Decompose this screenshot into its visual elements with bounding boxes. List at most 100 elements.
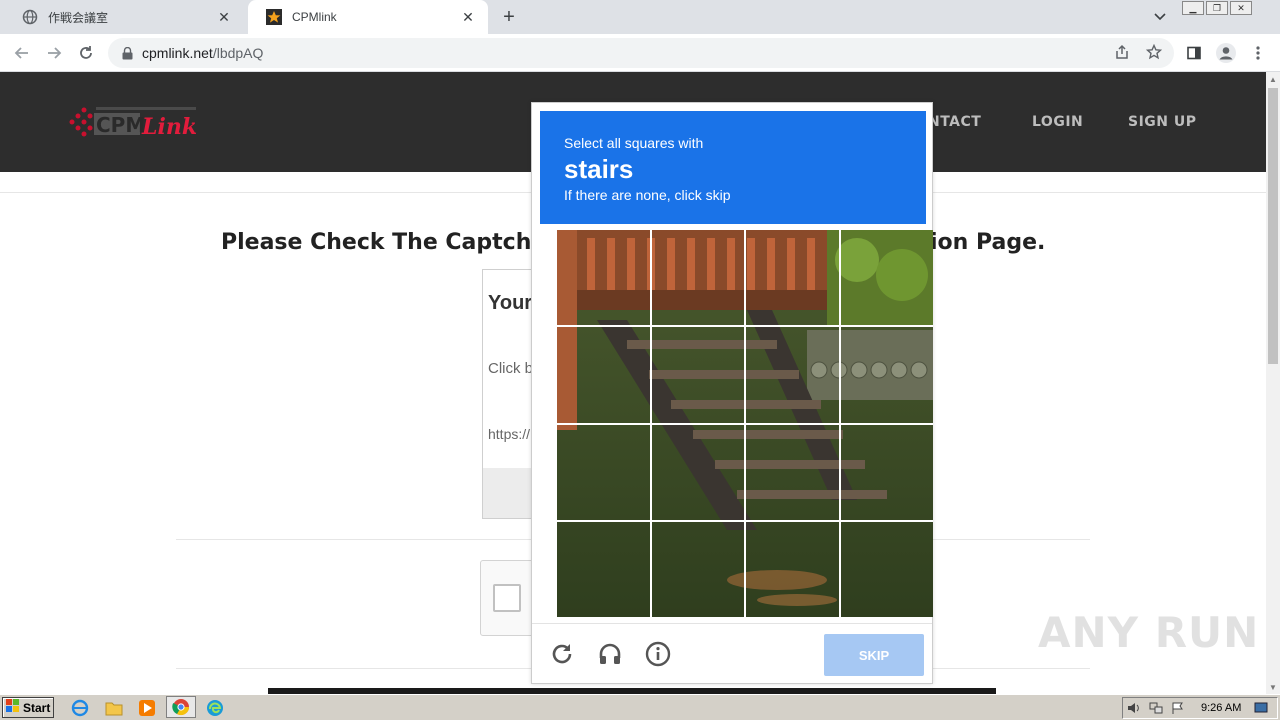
speaker-icon[interactable] — [1126, 701, 1142, 715]
prompt-keyword: stairs — [564, 154, 634, 184]
box-title: Your — [488, 292, 533, 314]
kebab-menu-icon[interactable] — [1246, 41, 1270, 65]
scroll-up-icon[interactable]: ▲ — [1266, 72, 1280, 86]
captcha-checkbox[interactable] — [493, 584, 521, 612]
box-click-text: Click b — [488, 360, 534, 377]
media-player-icon[interactable] — [137, 698, 157, 718]
image-tile[interactable] — [840, 327, 933, 423]
scroll-down-icon[interactable]: ▼ — [1266, 680, 1280, 694]
tile-image — [557, 521, 650, 617]
cpmlink-logo[interactable]: CPM Link — [66, 104, 206, 140]
image-tile[interactable] — [557, 521, 650, 617]
tile-image — [557, 327, 650, 423]
info-icon[interactable] — [644, 640, 672, 668]
image-tile[interactable] — [651, 327, 744, 423]
tile-image — [746, 424, 839, 520]
image-tile[interactable] — [557, 424, 650, 520]
tile-image — [651, 521, 744, 617]
headline-right: ion Page. — [930, 230, 1046, 255]
address-bar[interactable]: cpmlink.net/lbdpAQ — [108, 38, 1174, 68]
new-tab-button[interactable]: + — [497, 5, 521, 29]
folder-icon[interactable] — [104, 698, 124, 718]
tab-sakusen[interactable]: 作戦会議室 ✕ — [4, 0, 244, 34]
image-tile[interactable] — [746, 424, 839, 520]
page-scrollbar[interactable]: ▲ ▼ — [1266, 72, 1280, 694]
forward-arrow-icon[interactable] — [42, 41, 66, 65]
restore-icon[interactable]: ❐ — [1206, 1, 1228, 15]
tab-cpmlink[interactable]: CPMlink ✕ — [248, 0, 488, 34]
tab-title: 作戦会議室 — [48, 10, 109, 25]
scroll-thumb[interactable] — [1268, 88, 1278, 364]
profile-avatar-icon[interactable] — [1214, 41, 1238, 65]
image-tile-grid — [557, 230, 933, 617]
tab-search-chevron-icon[interactable] — [1150, 7, 1170, 27]
minimize-icon[interactable]: ▁ — [1182, 1, 1204, 15]
prompt-hint: If there are none, click skip — [564, 187, 731, 203]
tile-image — [651, 230, 744, 326]
ie-icon[interactable] — [70, 698, 90, 718]
tile-image — [746, 521, 839, 617]
clock: 9:26 AM — [1201, 702, 1242, 714]
tab-strip: 作戦会議室 ✕ CPMlink ✕ + ▁ ❐ ✕ — [0, 0, 1280, 34]
image-tile[interactable] — [651, 230, 744, 326]
start-label: Start — [23, 700, 51, 715]
share-icon[interactable] — [1112, 42, 1132, 62]
image-tile[interactable] — [840, 424, 933, 520]
svg-text:Link: Link — [141, 114, 197, 140]
tile-image — [840, 424, 933, 520]
url-host: cpmlink.net — [142, 45, 213, 61]
side-panel-icon[interactable] — [1182, 41, 1206, 65]
cpmlink-favicon-icon — [266, 9, 282, 25]
box-url-text[interactable]: https:// — [488, 426, 530, 442]
tile-image — [651, 327, 744, 423]
taskbar: Start 9:26 AM — [0, 694, 1280, 720]
image-tile[interactable] — [557, 230, 650, 326]
back-arrow-icon[interactable] — [10, 41, 34, 65]
tab-title: CPMlink — [292, 10, 337, 24]
url-path: /lbdpAQ — [212, 45, 264, 61]
bookmark-star-icon[interactable] — [1144, 42, 1164, 62]
image-tile[interactable] — [746, 230, 839, 326]
tile-image — [746, 230, 839, 326]
image-tile[interactable] — [840, 521, 933, 617]
tile-image — [840, 521, 933, 617]
image-tile[interactable] — [746, 521, 839, 617]
start-button[interactable]: Start — [2, 697, 54, 718]
image-tile[interactable] — [651, 521, 744, 617]
close-icon[interactable]: ✕ — [460, 9, 476, 25]
tile-image — [651, 424, 744, 520]
network-icon[interactable] — [1148, 701, 1164, 715]
lock-icon[interactable] — [120, 46, 134, 60]
show-desktop-icon[interactable] — [1253, 701, 1269, 715]
challenge-prompt: Select all squares with stairs If there … — [540, 111, 926, 224]
image-tile[interactable] — [840, 230, 933, 326]
close-window-icon[interactable]: ✕ — [1230, 1, 1252, 15]
headphones-icon[interactable] — [596, 640, 624, 668]
skip-button[interactable]: SKIP — [824, 634, 924, 676]
chrome-taskbar-icon[interactable] — [166, 696, 196, 718]
image-tile[interactable] — [651, 424, 744, 520]
nav-login[interactable]: LOGIN — [1032, 114, 1083, 130]
image-tile[interactable] — [557, 327, 650, 423]
reload-icon[interactable] — [74, 41, 98, 65]
tile-image — [840, 230, 933, 326]
browser-toolbar: cpmlink.net/lbdpAQ — [0, 34, 1280, 72]
window-controls: ▁ ❐ ✕ — [1182, 1, 1252, 17]
system-tray: 9:26 AM — [1122, 697, 1278, 719]
nav-signup[interactable]: SIGN UP — [1128, 114, 1197, 130]
windows-logo-icon — [6, 699, 20, 716]
globe-icon — [22, 9, 38, 25]
image-tile[interactable] — [746, 327, 839, 423]
tile-image — [746, 327, 839, 423]
close-icon[interactable]: ✕ — [216, 9, 232, 25]
prompt-instruction: Select all squares with — [564, 135, 704, 151]
tile-image — [557, 230, 650, 326]
edge-icon[interactable] — [205, 698, 225, 718]
reload-icon[interactable] — [548, 640, 576, 668]
tile-image — [557, 424, 650, 520]
tile-image — [840, 327, 933, 423]
challenge-footer: SKIP — [532, 623, 932, 683]
nav-contact[interactable]: NTACT — [928, 114, 981, 130]
captcha-challenge: Select all squares with stairs If there … — [531, 102, 933, 684]
flag-icon[interactable] — [1170, 701, 1186, 715]
